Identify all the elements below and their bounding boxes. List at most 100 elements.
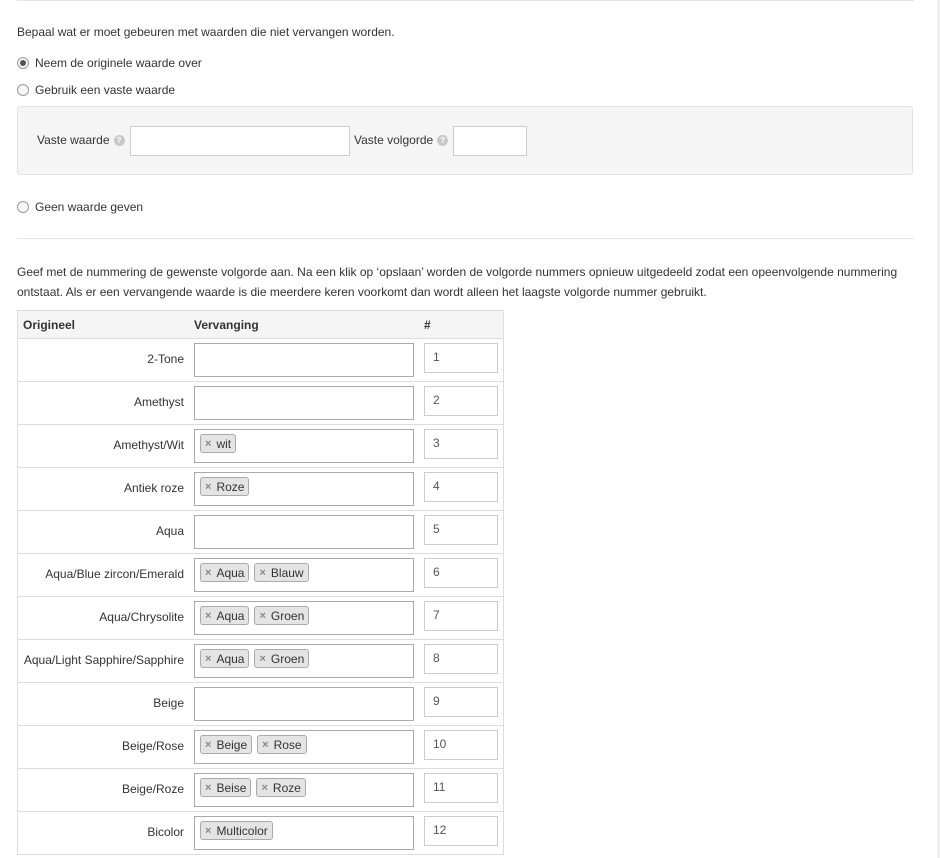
replacement-tag-label: Blauw (270, 565, 304, 580)
original-value: Aqua/Chrysolite (99, 610, 184, 624)
fixed-value-input[interactable] (130, 126, 350, 156)
replacement-tag-input[interactable]: × Aqua × Groen (194, 644, 414, 678)
table-row: Beige/Roze × Beise × Roze 11 (18, 769, 503, 812)
replacement-tag-input[interactable] (194, 515, 414, 549)
replacement-tag-label: Rose (273, 737, 302, 752)
table-row: Aqua/Blue zircon/Emerald × Aqua × Blauw 6 (18, 554, 503, 597)
original-value: Amethyst/Wit (113, 438, 184, 452)
order-input[interactable]: 11 (424, 773, 498, 803)
replacement-tag-input[interactable]: × Beise × Roze (194, 773, 414, 807)
original-value: Aqua (155, 524, 184, 538)
replacement-tag-input[interactable]: × wit (194, 429, 414, 463)
intro-text: Bepaal wat er moet gebeuren met waarden … (17, 25, 395, 39)
remove-tag-icon[interactable]: × (259, 653, 265, 665)
remove-tag-icon[interactable]: × (205, 610, 211, 622)
table-row: Beige 9 (18, 683, 503, 726)
order-description: Geef met de nummering de gewenste volgor… (17, 265, 898, 299)
replacement-tag: × Aqua (200, 649, 250, 668)
option-keep-original[interactable]: Neem de originele waarde over (17, 56, 202, 70)
table-row: Aqua/Chrysolite × Aqua × Groen 7 (18, 597, 503, 640)
help-icon[interactable]: ? (113, 134, 125, 146)
remove-tag-icon[interactable]: × (205, 481, 211, 493)
replacement-tag-input[interactable] (194, 687, 414, 721)
replacement-tag-label: Groen (270, 608, 305, 623)
replacement-tag: × Aqua (200, 606, 250, 625)
order-input[interactable]: 5 (424, 515, 498, 545)
remove-tag-icon[interactable]: × (262, 739, 268, 751)
help-icon[interactable]: ? (437, 134, 449, 146)
original-value: Beige/Rose (121, 739, 184, 753)
replacement-tag-label: wit (216, 436, 232, 451)
replacement-tag-input[interactable]: × Roze (194, 472, 414, 506)
order-input[interactable]: 8 (424, 644, 498, 674)
table-row: Aqua 5 (18, 511, 503, 554)
option-no-value[interactable]: Geen waarde geven (17, 200, 143, 214)
replacement-tag: × Beige (200, 735, 253, 754)
replacement-tag-input[interactable]: × Aqua × Groen (194, 601, 414, 635)
original-value: Antiek roze (123, 481, 184, 495)
fixed-value-label: Vaste waarde (37, 133, 110, 147)
remove-tag-icon[interactable]: × (205, 825, 211, 837)
radio-fixed-value[interactable] (17, 84, 29, 96)
option-fixed-value[interactable]: Gebruik een vaste waarde (17, 83, 175, 97)
replacement-tag-input[interactable] (194, 343, 414, 377)
option-no-value-label: Geen waarde geven (35, 200, 144, 214)
replacement-tag-label: Aqua (216, 565, 245, 580)
header-original: Origineel (23, 318, 76, 332)
order-input[interactable]: 12 (424, 816, 498, 846)
replacement-tag: × Aqua (200, 563, 250, 582)
replacement-tag-input[interactable]: × Multicolor (194, 816, 414, 850)
fixed-value-panel: Vaste waarde ? Vaste volgorde ? (17, 106, 913, 175)
replacement-tag-label: Beige (216, 737, 248, 752)
order-input[interactable]: 10 (424, 730, 498, 760)
original-value: Beige (153, 696, 184, 710)
remove-tag-icon[interactable]: × (259, 567, 265, 579)
original-value: Aqua/Light Sapphire/Sapphire (23, 653, 184, 667)
original-value: Beige/Roze (121, 782, 184, 796)
top-divider (17, 0, 914, 1)
order-input[interactable]: 7 (424, 601, 498, 631)
replacement-tag-label: Beise (216, 780, 247, 795)
order-input[interactable]: 2 (424, 386, 498, 416)
remove-tag-icon[interactable]: × (259, 610, 265, 622)
remove-tag-icon[interactable]: × (205, 782, 211, 794)
radio-keep-original[interactable] (17, 57, 29, 69)
header-order: # (424, 318, 431, 332)
replacement-tag: × Roze (200, 477, 250, 496)
replacement-tag: × Groen (254, 649, 310, 668)
fixed-order-label: Vaste volgorde (354, 133, 434, 147)
remove-tag-icon[interactable]: × (261, 782, 267, 794)
replacement-tag-label: Aqua (216, 651, 245, 666)
radio-no-value[interactable] (17, 201, 29, 213)
section-divider (17, 238, 914, 239)
original-value: Aqua/Blue zircon/Emerald (45, 567, 184, 581)
order-input[interactable]: 3 (424, 429, 498, 459)
replacement-tag-label: Groen (270, 651, 305, 666)
order-input[interactable]: 4 (424, 472, 498, 502)
original-value: Bicolor (147, 825, 184, 839)
replacement-tag-label: Aqua (216, 608, 245, 623)
replacement-tag: × Multicolor (200, 821, 273, 840)
remove-tag-icon[interactable]: × (205, 567, 211, 579)
replacement-tag-input[interactable] (194, 386, 414, 420)
replacement-tag-input[interactable]: × Aqua × Blauw (194, 558, 414, 592)
remove-tag-icon[interactable]: × (205, 653, 211, 665)
option-keep-original-label: Neem de originele waarde over (35, 56, 202, 70)
order-input[interactable]: 1 (424, 343, 498, 373)
order-input[interactable]: 9 (424, 687, 498, 717)
remove-tag-icon[interactable]: × (205, 739, 211, 751)
table-row: Beige/Rose × Beige × Rose 10 (18, 726, 503, 769)
table-row: Bicolor × Multicolor 12 (18, 812, 503, 855)
replacement-tag-label: Multicolor (216, 823, 268, 838)
replacement-tag: × Beise (200, 778, 252, 797)
remove-tag-icon[interactable]: × (205, 438, 211, 450)
option-fixed-value-label: Gebruik een vaste waarde (35, 83, 176, 97)
fixed-order-input[interactable] (453, 126, 527, 156)
table-row: 2-Tone 1 (18, 339, 503, 382)
replacement-tag-label: Roze (216, 479, 245, 494)
replacement-tag: × Groen (254, 606, 310, 625)
original-value: Amethyst (133, 395, 184, 409)
replacement-tag-input[interactable]: × Beige × Rose (194, 730, 414, 764)
order-input[interactable]: 6 (424, 558, 498, 588)
table-header: Origineel Vervanging # (18, 311, 503, 339)
